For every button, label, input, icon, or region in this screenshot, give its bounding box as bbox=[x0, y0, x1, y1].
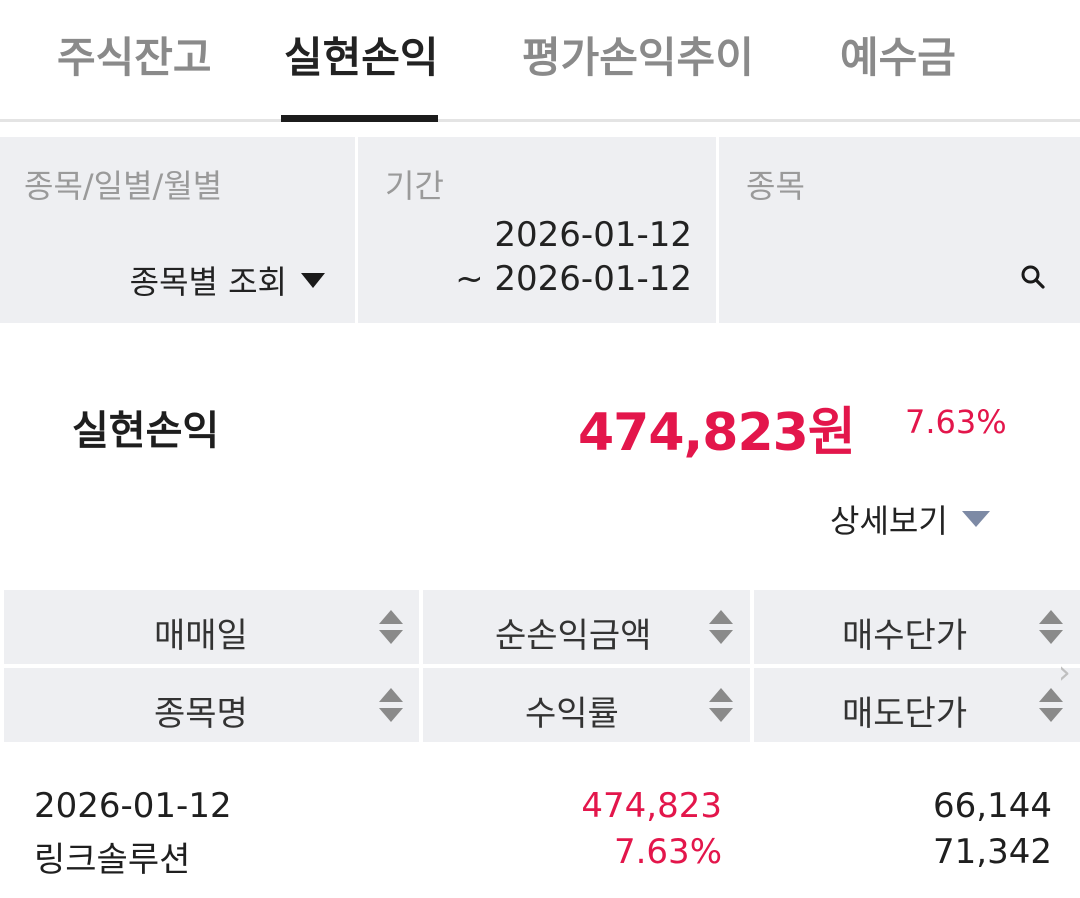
column-header-sell-price[interactable]: 매도단가 bbox=[754, 668, 1080, 742]
return-rate-value: 7.63% bbox=[613, 832, 722, 872]
search-icon[interactable] bbox=[1020, 264, 1046, 290]
sort-icon[interactable] bbox=[709, 688, 733, 724]
tab-bar: 주식잔고 실현손익 평가손익추이 예수금 bbox=[0, 0, 1080, 122]
sort-icon[interactable] bbox=[1039, 610, 1063, 646]
column-header-label: 매수단가 bbox=[842, 616, 968, 656]
net-profit-value: 474,823 bbox=[581, 786, 722, 826]
realized-profit-label: 실현손익 bbox=[72, 408, 220, 454]
group-filter-cell[interactable]: 종목/일별/월별 종목별 조회 bbox=[0, 137, 358, 323]
column-header-label: 종목명 bbox=[154, 694, 248, 734]
trade-date: 2026-01-12 bbox=[34, 786, 232, 826]
group-filter-label: 종목/일별/월별 bbox=[24, 167, 223, 205]
tab-deposit[interactable]: 예수금 bbox=[840, 24, 956, 122]
period-end-date[interactable]: ~ 2026-01-12 bbox=[455, 259, 692, 299]
realized-profit-amount: 474,823원 bbox=[578, 403, 856, 463]
period-filter-cell[interactable]: 기간 2026-01-12 ~ 2026-01-12 bbox=[361, 137, 719, 323]
sort-icon[interactable] bbox=[1039, 688, 1063, 724]
column-header-trade-date[interactable]: 매매일 bbox=[4, 590, 419, 664]
table-row[interactable]: 2026-01-12 링크솔루션 474,823 7.63% 66,144 71… bbox=[0, 770, 1080, 880]
column-header-buy-price[interactable]: 매수단가 bbox=[754, 590, 1080, 664]
detail-toggle-label: 상세보기 bbox=[830, 502, 948, 540]
group-filter-select[interactable]: 종목별 조회 bbox=[130, 257, 325, 303]
tab-realized-profit[interactable]: 실현손익 bbox=[284, 24, 439, 122]
filter-panel: 종목/일별/월별 종목별 조회 기간 2026-01-12 ~ 2026-01-… bbox=[0, 137, 1080, 323]
caret-down-icon bbox=[961, 511, 990, 527]
table-header: 매매일 순손익금액 매수단가 종목명 수익률 매도단가 bbox=[0, 590, 1080, 744]
sort-icon[interactable] bbox=[379, 688, 403, 724]
tab-valuation-trend[interactable]: 평가손익추이 bbox=[522, 24, 754, 122]
column-header-label: 순손익금액 bbox=[495, 616, 652, 656]
tab-stock-balance[interactable]: 주식잔고 bbox=[57, 24, 212, 122]
column-header-label: 매매일 bbox=[154, 616, 248, 656]
sort-icon[interactable] bbox=[379, 610, 403, 646]
group-filter-value: 종목별 조회 bbox=[129, 263, 287, 301]
sell-price-value: 71,342 bbox=[933, 832, 1052, 872]
column-header-label: 매도단가 bbox=[842, 694, 968, 734]
period-start-date[interactable]: 2026-01-12 bbox=[494, 215, 692, 255]
column-header-net-profit[interactable]: 순손익금액 bbox=[423, 590, 750, 664]
detail-toggle-button[interactable]: 상세보기 bbox=[830, 496, 990, 542]
period-filter-label: 기간 bbox=[385, 167, 444, 205]
realized-profit-rate: 7.63% bbox=[905, 403, 1007, 441]
column-header-label: 수익률 bbox=[525, 694, 619, 734]
stock-filter-label: 종목 bbox=[746, 167, 805, 205]
column-header-stock-name[interactable]: 종목명 bbox=[4, 668, 419, 742]
chevron-right-icon[interactable]: › bbox=[1058, 653, 1071, 691]
stock-filter-cell[interactable]: 종목 bbox=[722, 137, 1080, 323]
caret-down-icon bbox=[301, 272, 325, 288]
column-header-return-rate[interactable]: 수익률 bbox=[423, 668, 750, 742]
buy-price-value: 66,144 bbox=[933, 786, 1052, 826]
active-tab-indicator bbox=[281, 115, 438, 122]
stock-name: 링크솔루션 bbox=[34, 840, 191, 880]
sort-icon[interactable] bbox=[709, 610, 733, 646]
